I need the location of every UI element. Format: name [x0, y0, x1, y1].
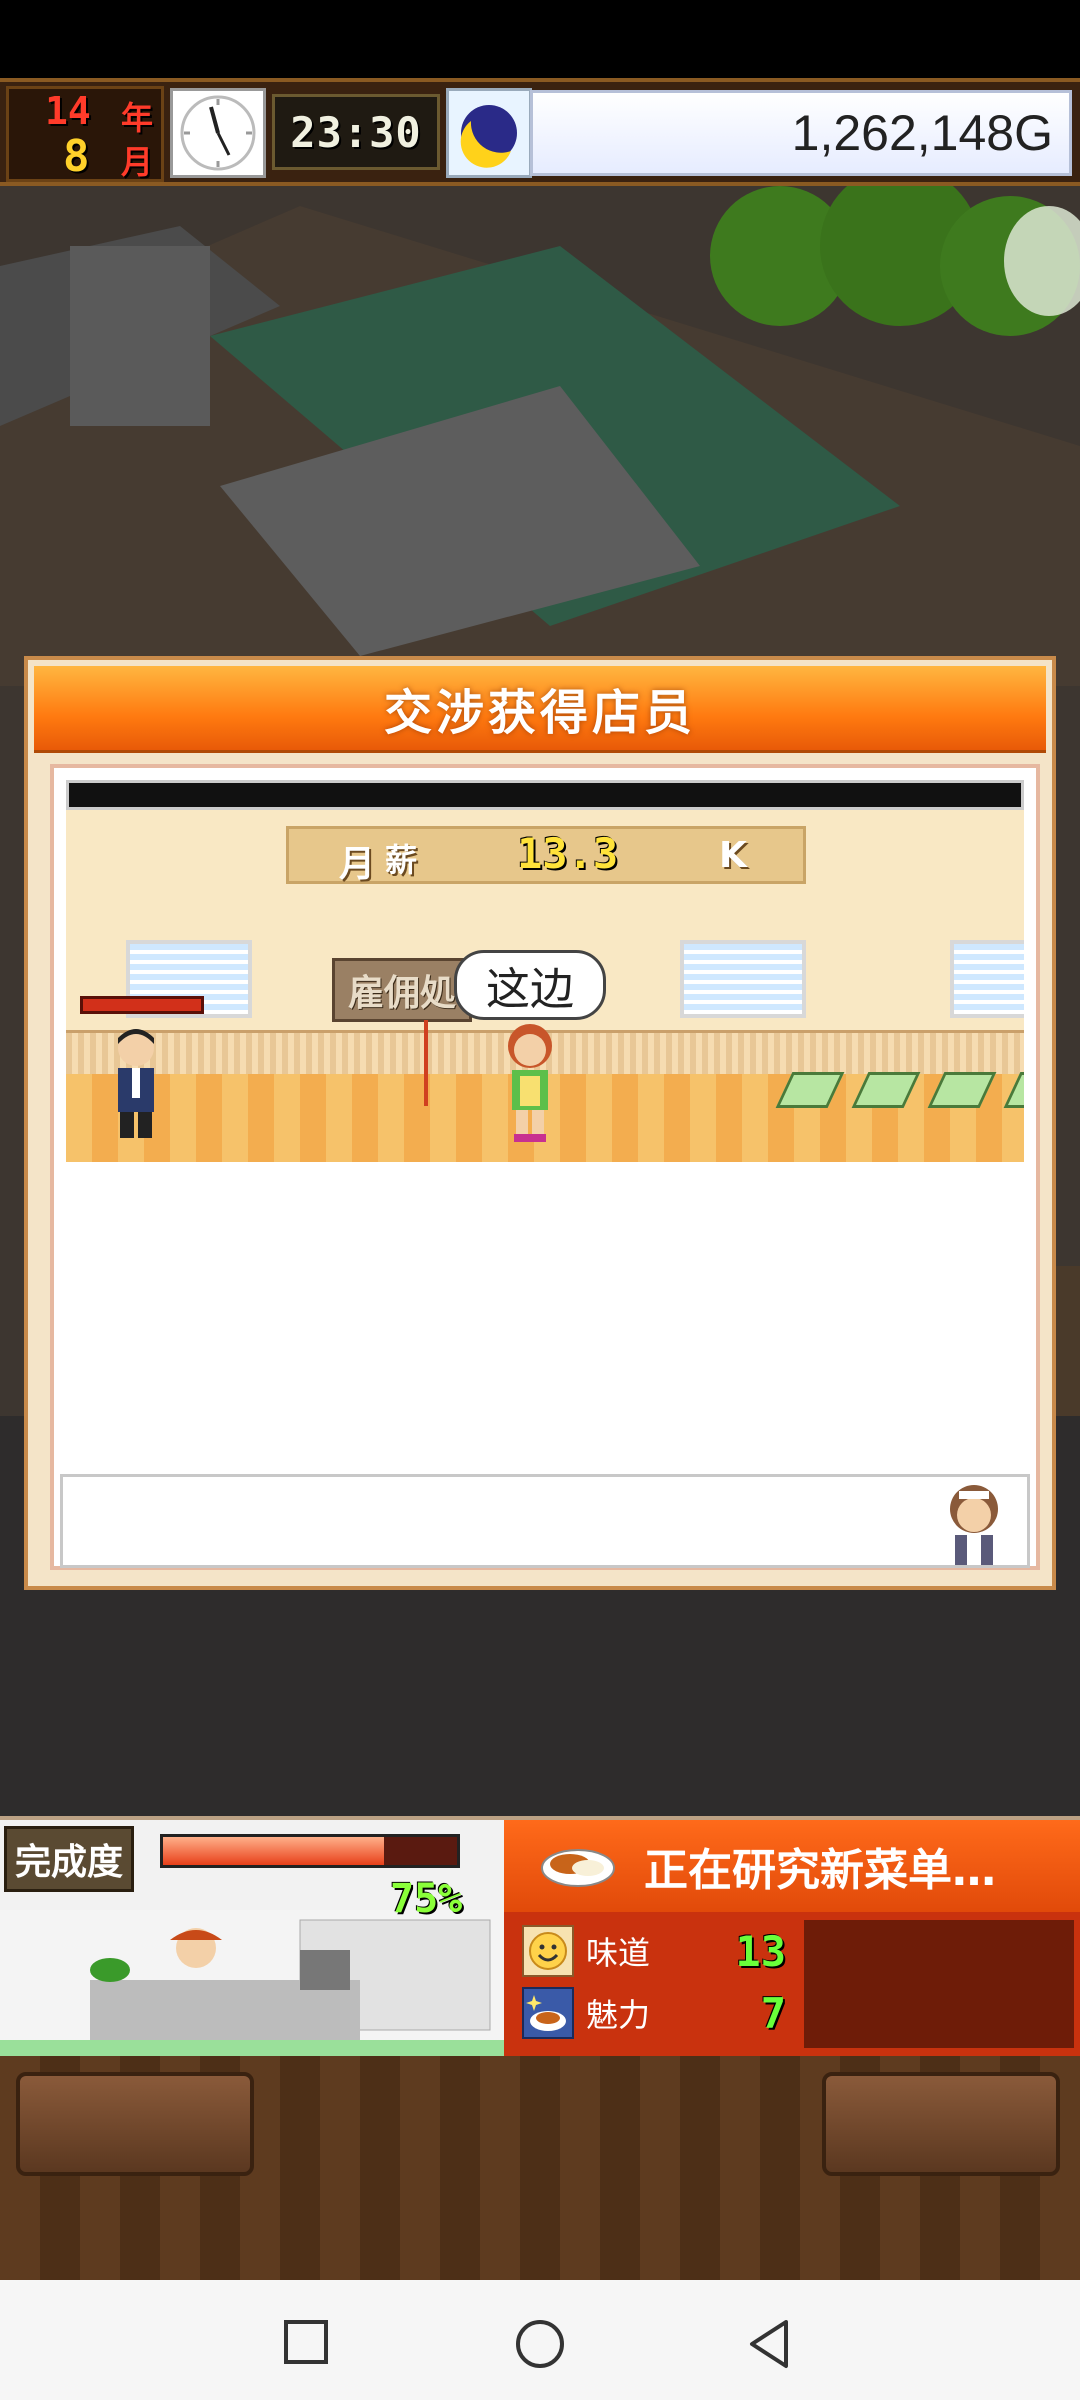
stat-value: 13 — [735, 1926, 786, 1976]
speech-bubble: 这边 — [454, 950, 606, 1020]
stat-label: 魅力 — [586, 1996, 651, 2034]
window — [680, 940, 806, 1018]
progress-bar — [160, 1834, 460, 1868]
time-display: 23:30 — [272, 94, 440, 170]
progress-fill — [163, 1837, 384, 1865]
salary-unit: K — [719, 835, 747, 876]
year-unit: 年 — [121, 99, 154, 137]
dialog-header: 交涉获得店员 — [34, 666, 1046, 753]
research-panel: 正在研究新菜单… 味道 13 魅力 7 — [504, 1820, 1080, 2060]
top-hud: 14 年 8 月 23:30 1,262,148G — [0, 78, 1080, 186]
salary-value: 13.3 — [517, 829, 619, 878]
dialog-body: 月 薪 13.3 K 雇佣処 这边 — [50, 764, 1040, 1570]
dish-sparkle-icon — [522, 1987, 574, 2039]
status-bar — [0, 0, 1080, 78]
salary-display: 月 薪 13.3 K — [286, 826, 806, 885]
wooden-footer — [0, 2056, 1080, 2280]
research-title: 正在研究新菜单… — [644, 1845, 996, 1896]
left-menu-button[interactable] — [16, 2072, 254, 2176]
applicant-character — [508, 1024, 552, 1142]
smile-icon — [522, 1925, 574, 1977]
salary-label-2: 薪 — [385, 841, 418, 879]
development-progress: 完成度 75% — [0, 1820, 504, 2060]
bottom-panel: 完成度 75% 正在研究新菜单… 味道 13 魅力 7 — [0, 1816, 1080, 2060]
salary-label-1: 月 — [339, 844, 376, 885]
hiring-sign: 雇佣処 — [332, 958, 472, 1022]
year-number: 14 — [45, 89, 91, 133]
speech-text: 这边 — [486, 964, 574, 1015]
stat-label: 味道 — [586, 1934, 651, 1972]
right-menu-button[interactable] — [822, 2072, 1060, 2176]
money-text: 1,262,148G — [791, 105, 1053, 161]
sign-pole — [424, 1020, 428, 1106]
research-header: 正在研究新菜单… — [504, 1820, 1080, 1912]
recent-apps-icon[interactable] — [282, 2318, 334, 2370]
navigation-bar — [0, 2280, 1080, 2400]
sign-text: 雇佣処 — [347, 973, 456, 1014]
money-display: 1,262,148G — [530, 90, 1072, 176]
progress-label: 完成度 — [4, 1826, 135, 1892]
manager-character — [118, 1029, 154, 1138]
clock-icon — [170, 88, 266, 178]
date-display: 14 年 8 月 — [6, 86, 164, 182]
stat-chart-area — [804, 1920, 1074, 2048]
message-box — [60, 1474, 1030, 1568]
kitchen-scene — [0, 1910, 504, 2060]
dialog-title: 交涉获得店员 — [383, 685, 696, 741]
time-text: 23:30 — [290, 107, 422, 157]
month-number: 8 — [63, 131, 90, 182]
window — [950, 940, 1024, 1018]
progress-percent: 75% — [390, 1876, 463, 1922]
stat-row-charm: 魅力 7 — [522, 1982, 822, 2044]
month-unit: 月 — [121, 143, 154, 181]
stat-value: 7 — [760, 1988, 786, 2038]
hire-staff-dialog: 交涉获得店员 月 薪 13.3 K 雇佣処 这边 — [24, 656, 1056, 1590]
header-bar — [66, 780, 1024, 810]
negotiation-bar — [80, 996, 204, 1014]
stat-row-taste: 味道 13 — [522, 1920, 822, 1982]
curry-dish-icon — [541, 1849, 615, 1887]
moon-icon — [446, 88, 532, 178]
back-icon[interactable] — [742, 2316, 798, 2372]
waitress-portrait — [950, 1485, 998, 1565]
interview-scene: 月 薪 13.3 K 雇佣処 这边 — [66, 780, 1024, 1162]
home-icon[interactable] — [512, 2316, 568, 2372]
